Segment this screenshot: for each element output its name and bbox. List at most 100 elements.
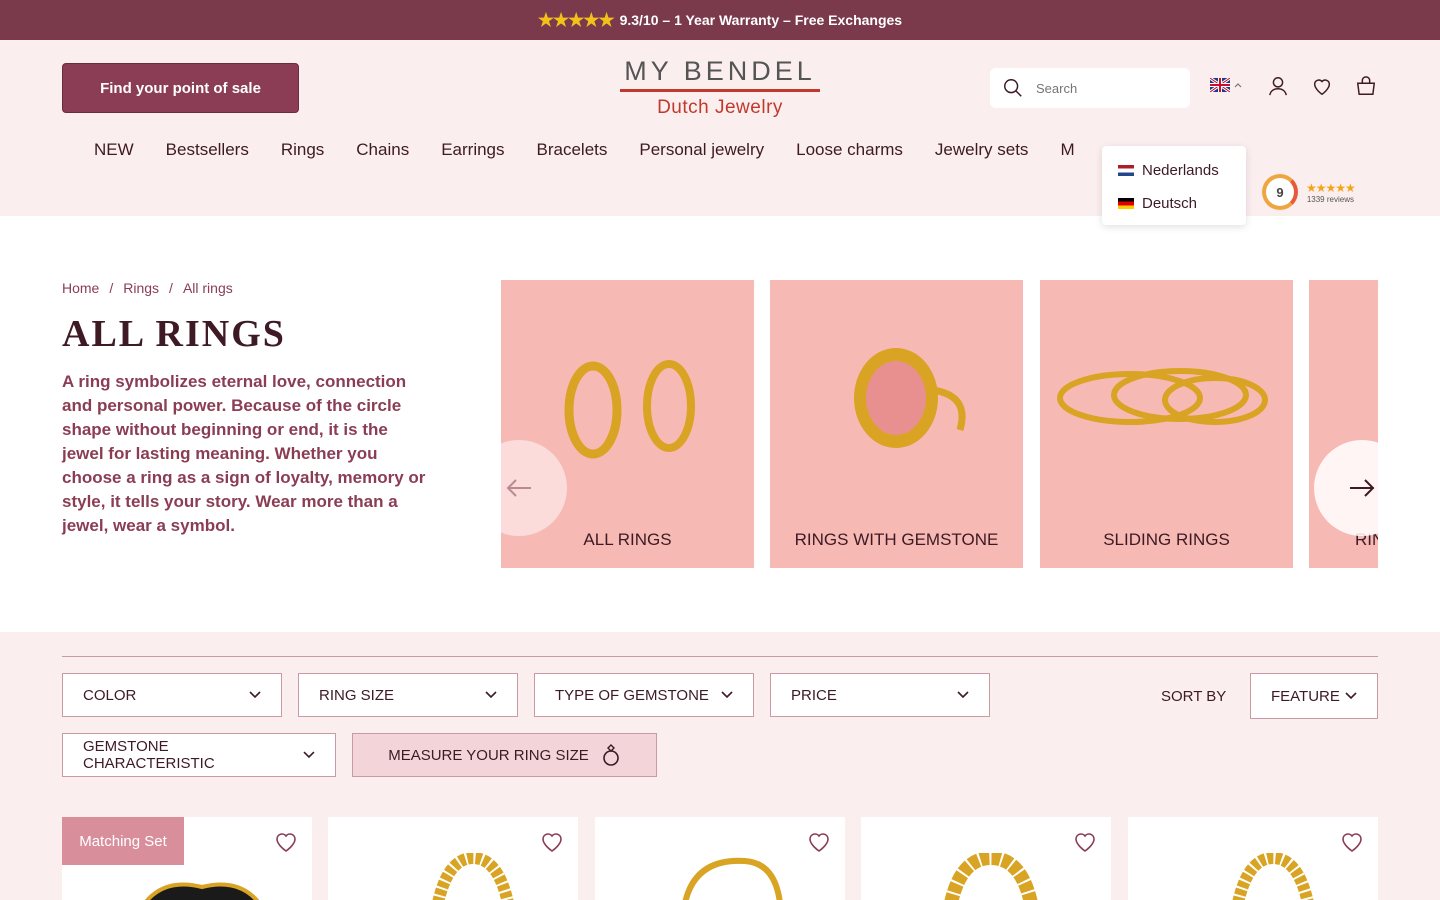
breadcrumb-all-rings[interactable]: All rings: [183, 280, 233, 296]
breadcrumb: Home / Rings / All rings: [62, 280, 233, 296]
language-label-nederlands: Nederlands: [1142, 162, 1219, 179]
search-icon: [1004, 79, 1022, 97]
ring-icon: [602, 744, 619, 766]
gemstone-ring-image: [854, 348, 966, 448]
heart-icon[interactable]: [807, 831, 831, 853]
price-filter-label: PRICE: [791, 686, 837, 704]
review-score-badge: 9: [1262, 174, 1298, 210]
sort-value: FEATURE: [1271, 687, 1340, 705]
nav-item-new[interactable]: NEW: [78, 140, 150, 160]
rating-stars: ★★★★★: [537, 9, 615, 30]
language-dropdown: Nederlands Deutsch: [1102, 146, 1246, 225]
product-card[interactable]: [861, 817, 1111, 900]
matching-set-badge: Matching Set: [62, 817, 184, 865]
nav-item-earrings[interactable]: Earrings: [425, 140, 520, 160]
nav-item-bracelets[interactable]: Bracelets: [521, 140, 624, 160]
category-card-label: RINGS WITH GEMSTONE: [794, 530, 999, 549]
price-filter[interactable]: PRICE: [770, 673, 990, 717]
category-card-label: SLIDING RINGS: [1103, 530, 1230, 549]
color-filter[interactable]: COLOR: [62, 673, 282, 717]
chevron-down-icon: [957, 691, 969, 699]
gemstone-type-filter-label: TYPE OF GEMSTONE: [555, 686, 709, 704]
category-card-label: ALL RINGS: [583, 530, 672, 549]
color-filter-label: COLOR: [83, 686, 137, 704]
product-card[interactable]: [1128, 817, 1378, 900]
review-summary: ★★★★★ 1339 reviews: [1306, 180, 1356, 204]
announcement-text: 9.3/10 – 1 Year Warranty – Free Exchange…: [619, 12, 903, 28]
category-carousel: ALL RINGS RINGS WITH GEMSTONE SLIDING RI…: [501, 280, 1378, 568]
logo-underline: [620, 89, 820, 92]
site-header: Find your point of sale MY BENDEL Dutch …: [0, 40, 1440, 225]
language-option-nederlands[interactable]: Nederlands: [1102, 154, 1246, 187]
chevron-up-icon: [1234, 83, 1242, 88]
ring-size-filter[interactable]: RING SIZE: [298, 673, 518, 717]
sort-label: SORT BY: [1161, 688, 1227, 705]
logo[interactable]: MY BENDEL Dutch Jewelry: [620, 56, 820, 119]
product-image: [944, 853, 1038, 900]
chevron-down-icon: [721, 691, 733, 699]
logo-subtitle: Dutch Jewelry: [657, 97, 783, 118]
product-card[interactable]: [595, 817, 845, 900]
find-point-of-sale-button[interactable]: Find your point of sale: [62, 63, 299, 113]
cart-icon[interactable]: [1354, 74, 1378, 98]
review-count: 1339 reviews: [1306, 194, 1354, 204]
language-selector[interactable]: [1210, 78, 1242, 92]
page-title: ALL RINGS: [62, 313, 286, 355]
measure-ring-size-label: MEASURE YOUR RING SIZE: [388, 746, 589, 764]
category-card-sliding-rings[interactable]: SLIDING RINGS: [1040, 280, 1293, 568]
uk-flag-icon: [1210, 78, 1230, 92]
category-hero: Home / Rings / All rings ALL RINGS A rin…: [0, 216, 1440, 632]
gemstone-type-filter[interactable]: TYPE OF GEMSTONE: [534, 673, 754, 717]
product-image: [1232, 853, 1314, 900]
nav-item-personal-jewelry[interactable]: Personal jewelry: [623, 140, 780, 160]
product-card[interactable]: [328, 817, 578, 900]
sort-select[interactable]: FEATURE: [1250, 673, 1378, 719]
review-stars: ★★★★★: [1306, 180, 1356, 195]
arrow-right-icon: [1350, 479, 1375, 497]
measure-ring-size-button[interactable]: MEASURE YOUR RING SIZE: [352, 733, 657, 777]
language-option-deutsch[interactable]: Deutsch: [1102, 187, 1246, 220]
chevron-down-icon: [485, 691, 497, 699]
category-card-rings-with-gemstone[interactable]: RINGS WITH GEMSTONE: [770, 280, 1023, 568]
heart-icon[interactable]: [540, 831, 564, 853]
de-flag-icon: [1118, 198, 1134, 209]
heart-icon[interactable]: [274, 831, 298, 853]
nav-item-bestsellers[interactable]: Bestsellers: [150, 140, 265, 160]
gemstone-characteristic-filter[interactable]: GEMSTONE CHARACTERISTIC: [62, 733, 336, 777]
nav-item-more[interactable]: M: [1044, 140, 1090, 160]
breadcrumb-separator: /: [109, 280, 114, 296]
product-image: [432, 853, 514, 900]
nav-item-loose-charms[interactable]: Loose charms: [780, 140, 919, 160]
gemstone-characteristic-label: GEMSTONE CHARACTERISTIC: [83, 738, 215, 772]
wishlist-icon[interactable]: [1310, 74, 1334, 98]
arrow-left-icon: [506, 479, 531, 497]
breadcrumb-rings[interactable]: Rings: [123, 280, 159, 296]
breadcrumb-separator: /: [169, 280, 173, 296]
chevron-down-icon: [249, 691, 261, 699]
product-image: [144, 882, 260, 900]
ring-size-filter-label: RING SIZE: [319, 686, 395, 704]
reviews-widget[interactable]: 9 ★★★★★ 1339 reviews: [1262, 174, 1356, 210]
nav-item-rings[interactable]: Rings: [265, 140, 340, 160]
breadcrumb-home[interactable]: Home: [62, 280, 99, 296]
search-bar[interactable]: [990, 68, 1190, 108]
heart-icon[interactable]: [1073, 831, 1097, 853]
chevron-down-icon: [303, 751, 315, 759]
chevron-down-icon: [1345, 692, 1357, 700]
heart-icon[interactable]: [1340, 831, 1364, 853]
product-card[interactable]: Matching Set: [62, 817, 312, 900]
product-image: [682, 857, 783, 900]
language-label-deutsch: Deutsch: [1142, 195, 1198, 212]
announcement-bar: ★★★★★ 9.3/10 – 1 Year Warranty – Free Ex…: [0, 0, 1440, 40]
filter-bar: COLOR RING SIZE TYPE OF GEMSTONE PRICE S…: [0, 632, 1440, 900]
logo-title: MY BENDEL: [624, 56, 816, 86]
nav-item-chains[interactable]: Chains: [340, 140, 425, 160]
search-input[interactable]: [1036, 80, 1166, 96]
category-description: A ring symbolizes eternal love, connecti…: [62, 372, 426, 535]
account-icon[interactable]: [1266, 74, 1290, 98]
divider: [62, 656, 1378, 657]
nl-flag-icon: [1118, 165, 1134, 176]
nav-item-jewelry-sets[interactable]: Jewelry sets: [919, 140, 1045, 160]
main-nav: NEW Bestsellers Rings Chains Earrings Br…: [78, 140, 1091, 160]
sliding-rings-image: [1057, 368, 1268, 425]
